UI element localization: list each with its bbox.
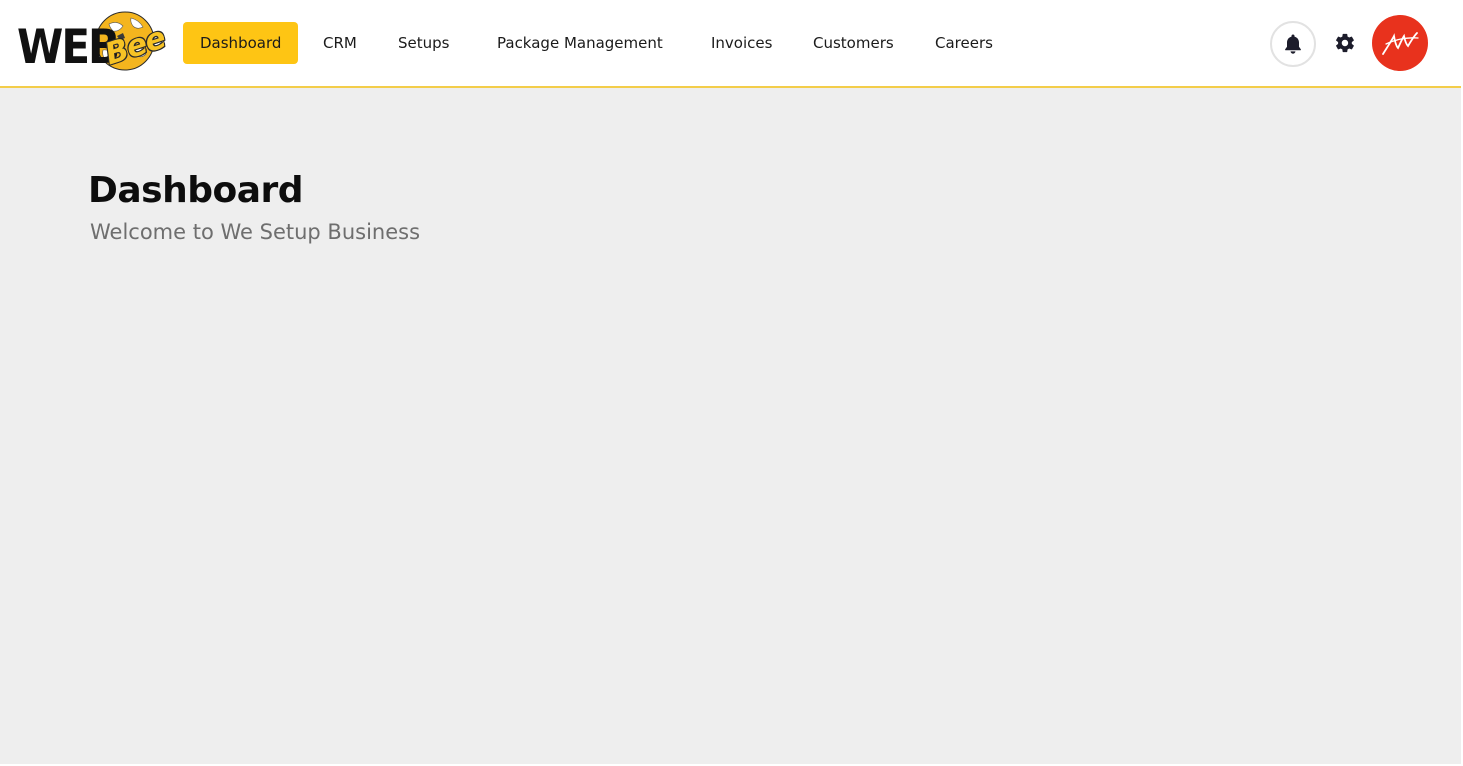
signature-logo-icon xyxy=(1382,32,1419,55)
nav-item-dashboard[interactable]: Dashboard xyxy=(183,22,299,64)
nav-item-package-management[interactable]: Package Management xyxy=(497,22,663,64)
settings-button[interactable] xyxy=(1331,29,1359,57)
nav-item-crm[interactable]: CRM xyxy=(323,22,357,64)
page-title: Dashboard xyxy=(88,170,304,211)
gear-icon xyxy=(1336,33,1354,53)
user-avatar[interactable] xyxy=(1372,15,1428,71)
notifications-button[interactable] xyxy=(1270,21,1316,67)
webbee-logo[interactable]: WEB Bee xyxy=(17,10,169,73)
nav-item-customers[interactable]: Customers xyxy=(813,22,894,64)
nav-item-careers[interactable]: Careers xyxy=(935,22,993,64)
bell-icon xyxy=(1285,34,1301,54)
nav-item-setups[interactable]: Setups xyxy=(398,22,449,64)
top-navbar: WEB Bee Dashboard CRM Setups Package Man… xyxy=(0,0,1461,88)
main-content: Dashboard Welcome to We Setup Business xyxy=(0,88,1461,764)
nav-item-invoices[interactable]: Invoices xyxy=(711,22,772,64)
page-subtitle: Welcome to We Setup Business xyxy=(90,220,421,244)
